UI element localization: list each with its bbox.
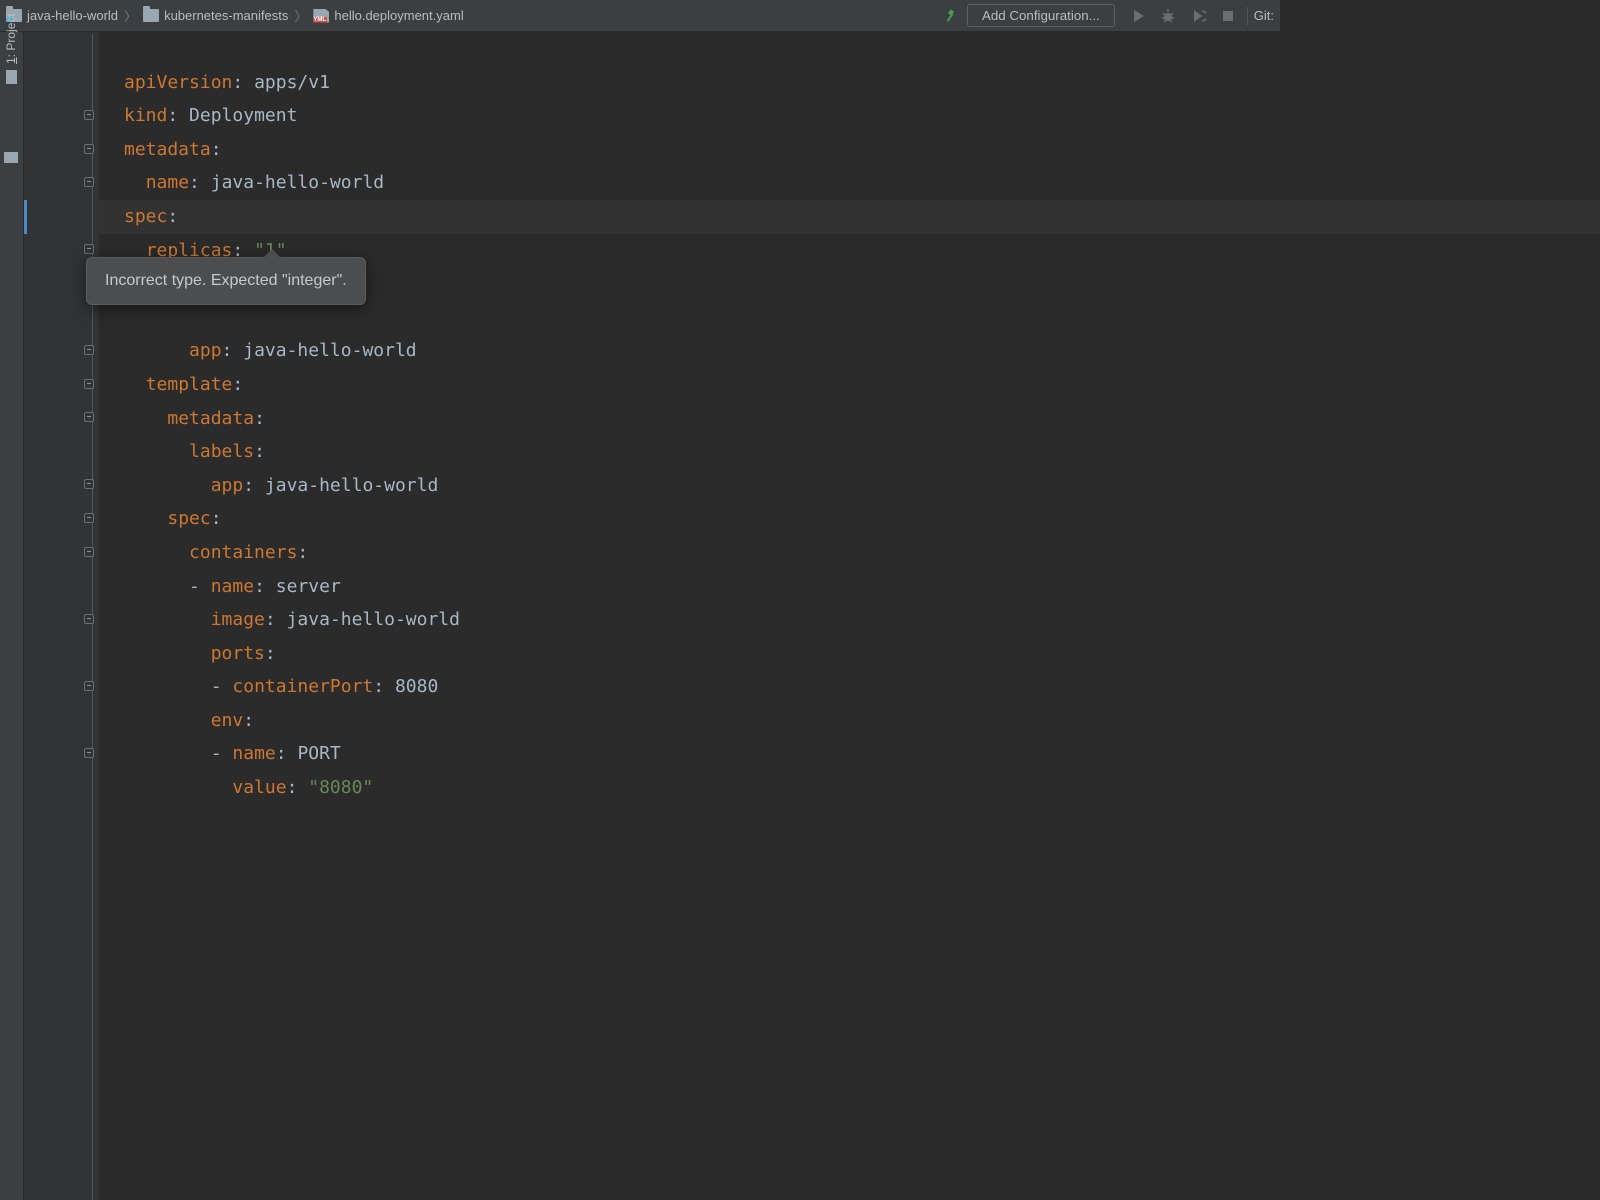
- run-with-coverage-icon[interactable]: [1190, 8, 1206, 24]
- yaml-value: PORT: [297, 743, 340, 764]
- fold-toggle-icon[interactable]: [84, 177, 94, 187]
- fold-toggle-icon[interactable]: [84, 748, 94, 758]
- fold-toggle-icon[interactable]: [84, 144, 94, 154]
- yaml-key: apiVersion: [124, 72, 232, 93]
- yaml-key: spec: [167, 508, 210, 529]
- yaml-key: containers: [189, 542, 297, 563]
- yaml-key: app: [211, 475, 244, 496]
- yaml-key: template: [146, 374, 233, 395]
- yaml-key: app: [189, 340, 222, 361]
- fold-toggle-icon[interactable]: [84, 479, 94, 489]
- fold-toggle-icon[interactable]: [84, 547, 94, 557]
- yaml-key: image: [211, 609, 265, 630]
- yaml-value: java-hello-world: [265, 475, 438, 496]
- yaml-value: java-hello-world: [287, 609, 460, 630]
- yaml-key: name: [211, 576, 254, 597]
- yaml-key: value: [232, 777, 286, 798]
- yaml-value: server: [276, 576, 341, 597]
- yaml-key: kind: [124, 105, 167, 126]
- project-tool-label: Project: [4, 13, 18, 50]
- editor[interactable]: apiVersion: apps/v1 kind: Deployment met…: [24, 32, 1600, 1200]
- yaml-key: spec: [124, 206, 167, 227]
- yaml-key: metadata: [124, 139, 211, 160]
- folder-icon: [143, 9, 159, 22]
- breadcrumb-folder-label: kubernetes-manifests: [164, 8, 288, 23]
- debug-icon[interactable]: [1160, 8, 1176, 24]
- chevron-right-icon: 〉: [294, 6, 307, 25]
- project-tool-button[interactable]: 1: Project: [0, 5, 22, 92]
- build-icon[interactable]: [943, 8, 959, 24]
- fold-toggle-icon[interactable]: [84, 681, 94, 691]
- fold-toggle-icon[interactable]: [84, 110, 94, 120]
- yaml-key: containerPort: [232, 676, 373, 697]
- yaml-key: env: [211, 710, 244, 731]
- yaml-value: "8080": [308, 777, 373, 798]
- yaml-file-icon: [313, 9, 329, 23]
- fold-toggle-icon[interactable]: [84, 614, 94, 624]
- left-tool-stripe: 1: Project: [0, 32, 24, 1200]
- yaml-key: ports: [211, 643, 265, 664]
- folder-icon[interactable]: [4, 152, 18, 163]
- breadcrumb-project-label: java-hello-world: [27, 8, 118, 23]
- yaml-key: metadata: [167, 408, 254, 429]
- error-tooltip-text: Incorrect type. Expected "integer".: [105, 272, 347, 289]
- fold-toggle-icon[interactable]: [84, 345, 94, 355]
- yaml-key: name: [232, 743, 275, 764]
- toolbar-separator: [1247, 7, 1248, 25]
- run-icon[interactable]: [1130, 8, 1146, 24]
- project-tool-index: 1: [4, 57, 18, 64]
- fold-toggle-icon[interactable]: [84, 412, 94, 422]
- breadcrumb-project[interactable]: java-hello-world: [6, 8, 118, 23]
- editor-gutter[interactable]: [24, 32, 99, 1200]
- git-label[interactable]: Git:: [1254, 8, 1274, 23]
- yaml-value: Deployment: [189, 105, 297, 126]
- breadcrumb-file[interactable]: hello.deployment.yaml: [313, 8, 463, 23]
- yaml-value: java-hello-world: [211, 172, 384, 193]
- chevron-right-icon: 〉: [124, 6, 137, 25]
- breadcrumb-file-label: hello.deployment.yaml: [334, 8, 463, 23]
- yaml-key: name: [146, 172, 189, 193]
- fold-toggle-icon[interactable]: [84, 244, 94, 254]
- stop-icon[interactable]: [1220, 8, 1236, 24]
- top-toolbar: java-hello-world 〉 kubernetes-manifests …: [0, 0, 1280, 32]
- breadcrumb-folder[interactable]: kubernetes-manifests: [143, 8, 288, 23]
- yaml-value: apps/v1: [254, 72, 330, 93]
- code-area[interactable]: apiVersion: apps/v1 kind: Deployment met…: [99, 32, 1600, 1200]
- yaml-value: 8080: [395, 676, 438, 697]
- yaml-key: labels: [189, 441, 254, 462]
- folder-icon: [6, 70, 17, 84]
- caret-gutter-marker: [24, 200, 27, 234]
- fold-toggle-icon[interactable]: [84, 379, 94, 389]
- breadcrumb: java-hello-world 〉 kubernetes-manifests …: [6, 6, 464, 25]
- yaml-value: java-hello-world: [243, 340, 416, 361]
- error-tooltip: Incorrect type. Expected "integer".: [86, 257, 366, 305]
- fold-toggle-icon[interactable]: [84, 513, 94, 523]
- add-configuration-button[interactable]: Add Configuration...: [967, 4, 1115, 27]
